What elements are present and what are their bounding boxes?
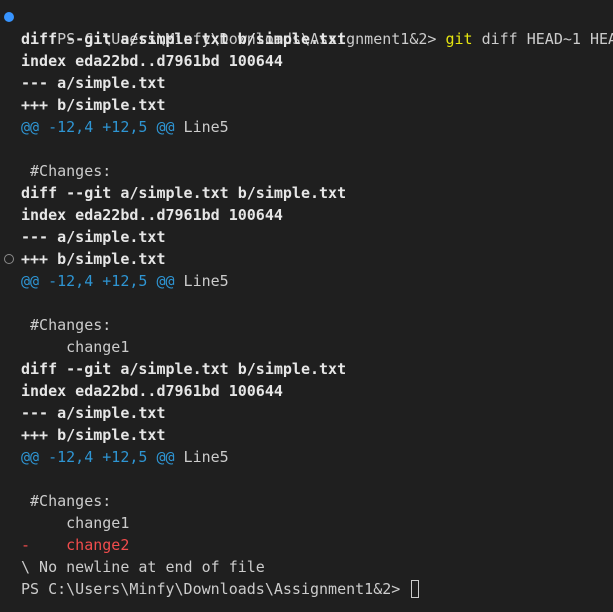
- blank-context-line: [0, 292, 613, 314]
- diff-new-file: +++ b/simple.txt: [0, 248, 613, 270]
- diff-index: index eda22bd..d7961bd 100644: [21, 52, 283, 70]
- diff-index: index eda22bd..d7961bd 100644: [21, 206, 283, 224]
- command-default-decoration-icon[interactable]: [4, 254, 14, 264]
- hunk-marker-close: @@: [156, 448, 175, 466]
- hunk-context: Line5: [174, 448, 229, 466]
- diff-new-file: +++ b/simple.txt: [21, 96, 166, 114]
- hunk-header: @@ -12,4 +12,5 @@ Line5: [0, 116, 613, 138]
- hunk-marker-open: @@: [21, 448, 40, 466]
- hunk-marker-close: @@: [156, 118, 175, 136]
- hunk-header: @@ -12,4 +12,5 @@ Line5: [0, 270, 613, 292]
- hunk-range: -12,4 +12,5: [39, 118, 157, 136]
- diff-header: diff --git a/simple.txt b/simple.txt: [21, 184, 347, 202]
- hunk-marker-close: @@: [156, 272, 175, 290]
- hunk-marker-open: @@: [21, 272, 40, 290]
- hunk-marker-open: @@: [21, 118, 40, 136]
- diff-old-file: --- a/simple.txt: [21, 228, 166, 246]
- diff-new-file-text: +++ b/simple.txt: [21, 250, 166, 268]
- no-newline-notice: \ No newline at end of file: [21, 558, 265, 576]
- blank-context-line: [0, 138, 613, 160]
- context-line: #Changes:: [21, 316, 112, 334]
- hunk-range: -12,4 +12,5: [39, 272, 157, 290]
- hunk-context: Line5: [174, 118, 229, 136]
- hunk-range: -12,4 +12,5: [39, 448, 157, 466]
- diff-header: diff --git a/simple.txt b/simple.txt: [21, 360, 347, 378]
- context-line: change1: [21, 514, 130, 532]
- diff-index: index eda22bd..d7961bd 100644: [21, 382, 283, 400]
- diff-old-file: --- a/simple.txt: [21, 404, 166, 422]
- command-success-decoration-icon[interactable]: [4, 12, 14, 22]
- context-line: change1: [21, 338, 130, 356]
- blank-context-line: [0, 468, 613, 490]
- context-line: #Changes:: [21, 492, 112, 510]
- text-cursor[interactable]: [411, 580, 420, 598]
- hunk-context: Line5: [174, 272, 229, 290]
- terminal-output[interactable]: PS C:\Users\Minfy\Downloads\Assignment1&…: [0, 0, 613, 612]
- diff-header: diff --git a/simple.txt b/simple.txt: [21, 30, 347, 48]
- diff-new-file: +++ b/simple.txt: [21, 426, 166, 444]
- context-line: #Changes:: [21, 162, 112, 180]
- prompt-line: PS C:\Users\Minfy\Downloads\Assignment1&…: [0, 6, 613, 48]
- removed-line: - change2: [21, 536, 130, 554]
- prompt-path: PS C:\Users\Minfy\Downloads\Assignment1&…: [21, 580, 410, 598]
- hunk-header: @@ -12,4 +12,5 @@ Line5: [0, 446, 613, 468]
- diff-old-file: --- a/simple.txt: [21, 74, 166, 92]
- prompt-line[interactable]: PS C:\Users\Minfy\Downloads\Assignment1&…: [0, 578, 613, 600]
